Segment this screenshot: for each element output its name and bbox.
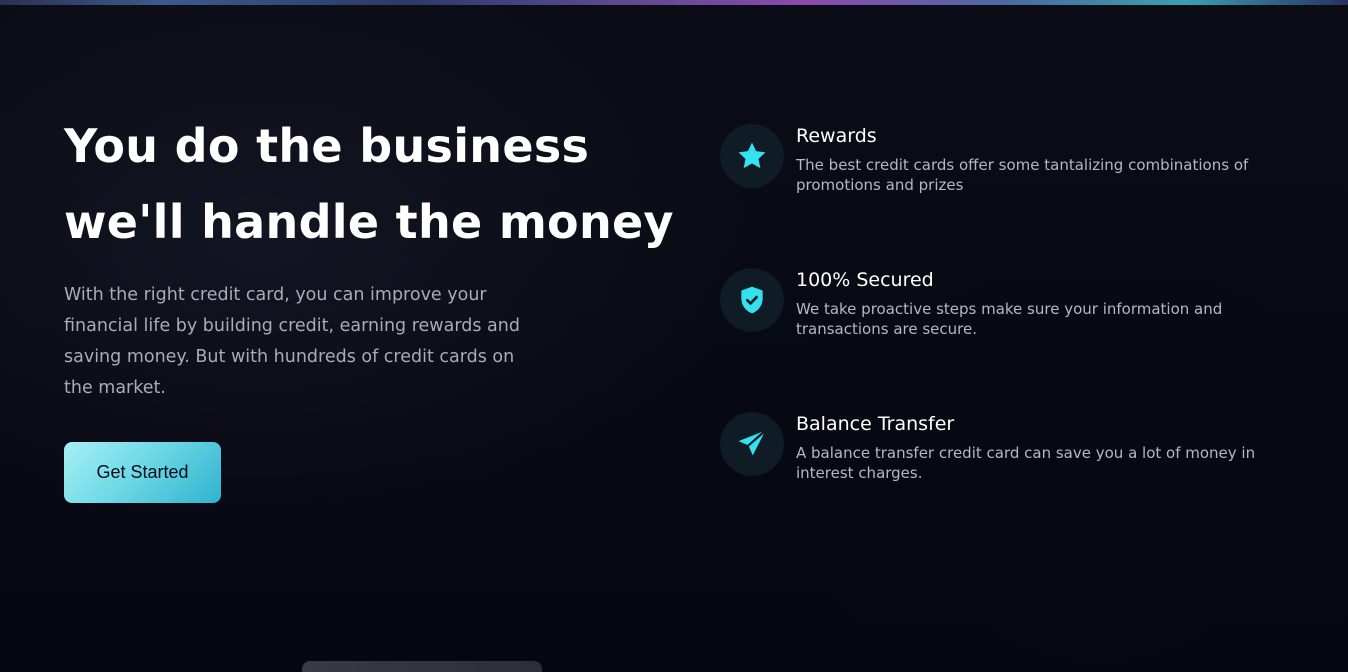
feature-title: 100% Secured (796, 269, 934, 291)
star-icon (720, 124, 784, 188)
feature-description: We take proactive steps make sure your i… (796, 300, 1223, 338)
hero-title-line-2: we'll handle the money (64, 195, 674, 249)
page: You do the business we'll handle the mon… (0, 0, 1348, 672)
hero-description: With the right credit card, you can impr… (64, 285, 520, 398)
feature-balance-transfer: Balance Transfer A balance transfer cred… (720, 412, 1300, 482)
shield-check-icon (720, 268, 784, 332)
card-preview (302, 661, 542, 672)
feature-title: Balance Transfer (796, 413, 955, 435)
feature-description: A balance transfer credit card can save … (796, 444, 1256, 482)
feature-rewards: Rewards The best credit cards offer some… (720, 124, 1300, 194)
top-gradient-bar (0, 0, 1348, 5)
hero-title: You do the business we'll handle the mon… (64, 108, 684, 260)
send-icon (720, 412, 784, 476)
get-started-button[interactable]: Get Started (64, 442, 221, 503)
hero-title-line-1: You do the business (64, 119, 590, 173)
feature-title: Rewards (796, 125, 877, 147)
feature-description: The best credit cards offer some tantali… (796, 156, 1249, 194)
feature-secured: 100% Secured We take proactive steps mak… (720, 268, 1300, 338)
